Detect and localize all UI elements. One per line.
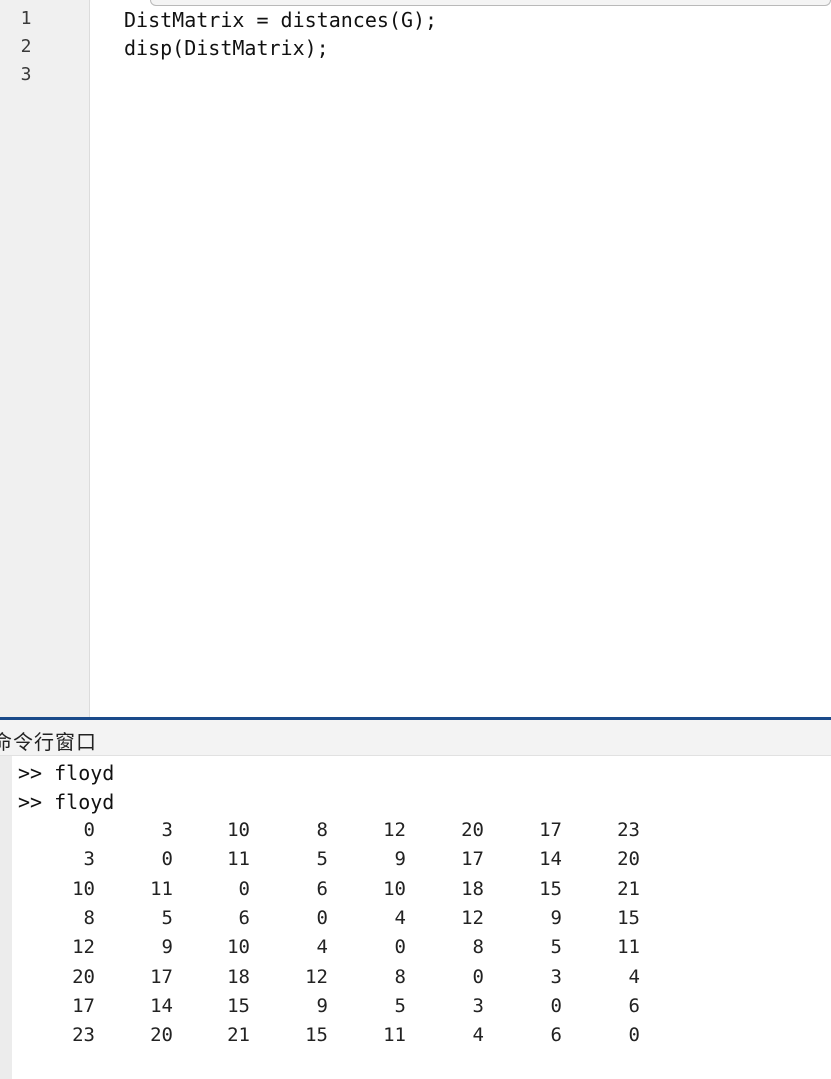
- matrix-cell: 8: [472, 936, 484, 958]
- command-window-header: 命令行窗口: [0, 720, 831, 756]
- matrix-cell: 12: [461, 907, 484, 929]
- matrix-cell: 6: [238, 907, 250, 929]
- matrix-cell: 11: [383, 1024, 406, 1046]
- matrix-cell: 20: [72, 966, 95, 988]
- matrix-cell: 3: [161, 819, 173, 841]
- matrix-cell: 20: [617, 848, 640, 870]
- matrix-cell: 5: [394, 995, 406, 1017]
- matrix-cell: 10: [227, 936, 250, 958]
- matrix-cell: 9: [316, 995, 328, 1017]
- matrix-cell: 4: [628, 966, 640, 988]
- matrix-cell: 15: [305, 1024, 328, 1046]
- matrix-cell: 12: [72, 936, 95, 958]
- line-number: 3: [20, 64, 32, 85]
- matrix-cell: 18: [461, 878, 484, 900]
- matrix-cell: 18: [227, 966, 250, 988]
- matrix-cell: 5: [161, 907, 173, 929]
- command-history-line: >> floyd: [18, 790, 115, 814]
- matrix-cell: 0: [472, 966, 484, 988]
- matrix-cell: 0: [238, 878, 250, 900]
- matrix-cell: 17: [461, 848, 484, 870]
- matrix-cell: 14: [150, 995, 173, 1017]
- matrix-cell: 17: [72, 995, 95, 1017]
- matrix-cell: 3: [550, 966, 562, 988]
- matrix-cell: 12: [305, 966, 328, 988]
- matrix-cell: 5: [550, 936, 562, 958]
- matrix-cell: 11: [617, 936, 640, 958]
- line-number: 2: [20, 36, 32, 57]
- matrix-cell: 0: [161, 848, 173, 870]
- line-number: 1: [20, 8, 32, 29]
- matrix-cell: 0: [550, 995, 562, 1017]
- matrix-cell: 5: [316, 848, 328, 870]
- matrix-cell: 11: [227, 848, 250, 870]
- matrix-cell: 17: [539, 819, 562, 841]
- matrix-cell: 4: [316, 936, 328, 958]
- matrix-cell: 0: [316, 907, 328, 929]
- matrix-cell: 0: [394, 936, 406, 958]
- command-history-line: >> floyd: [18, 761, 115, 785]
- matrix-cell: 21: [617, 878, 640, 900]
- matrix-cell: 8: [394, 966, 406, 988]
- command-window-title: 命令行窗口: [0, 730, 97, 754]
- matrix-cell: 9: [550, 907, 562, 929]
- matrix-cell: 4: [472, 1024, 484, 1046]
- matrix-cell: 4: [394, 907, 406, 929]
- matrix-cell: 9: [161, 936, 173, 958]
- matrix-cell: 0: [83, 819, 95, 841]
- matrix-cell: 6: [550, 1024, 562, 1046]
- matrix-cell: 11: [150, 878, 173, 900]
- matrix-cell: 15: [617, 907, 640, 929]
- matrix-cell: 10: [383, 878, 406, 900]
- matrix-cell: 10: [72, 878, 95, 900]
- matrix-cell: 17: [150, 966, 173, 988]
- matrix-cell: 21: [227, 1024, 250, 1046]
- matrix-cell: 12: [383, 819, 406, 841]
- code-line[interactable]: DistMatrix = distances(G);: [124, 6, 437, 34]
- matrix-cell: 20: [461, 819, 484, 841]
- matrix-cell: 3: [472, 995, 484, 1017]
- matrix-cell: 6: [628, 995, 640, 1017]
- matrix-cell: 8: [83, 907, 95, 929]
- matrix-cell: 9: [394, 848, 406, 870]
- editor-panel[interactable]: 1 2 3 DistMatrix = distances(G); disp(Di…: [0, 0, 831, 718]
- matrix-cell: 10: [227, 819, 250, 841]
- matrix-cell: 14: [539, 848, 562, 870]
- line-number-gutter: 1 2 3: [0, 0, 90, 718]
- matrix-cell: 23: [617, 819, 640, 841]
- matrix-cell: 0: [628, 1024, 640, 1046]
- command-window-margin: [0, 756, 12, 1079]
- matrix-cell: 20: [150, 1024, 173, 1046]
- matrix-cell: 15: [227, 995, 250, 1017]
- matrix-cell: 8: [316, 819, 328, 841]
- matrix-cell: 23: [72, 1024, 95, 1046]
- matrix-cell: 6: [316, 878, 328, 900]
- code-line[interactable]: disp(DistMatrix);: [124, 34, 329, 62]
- matrix-cell: 15: [539, 878, 562, 900]
- matrix-cell: 3: [83, 848, 95, 870]
